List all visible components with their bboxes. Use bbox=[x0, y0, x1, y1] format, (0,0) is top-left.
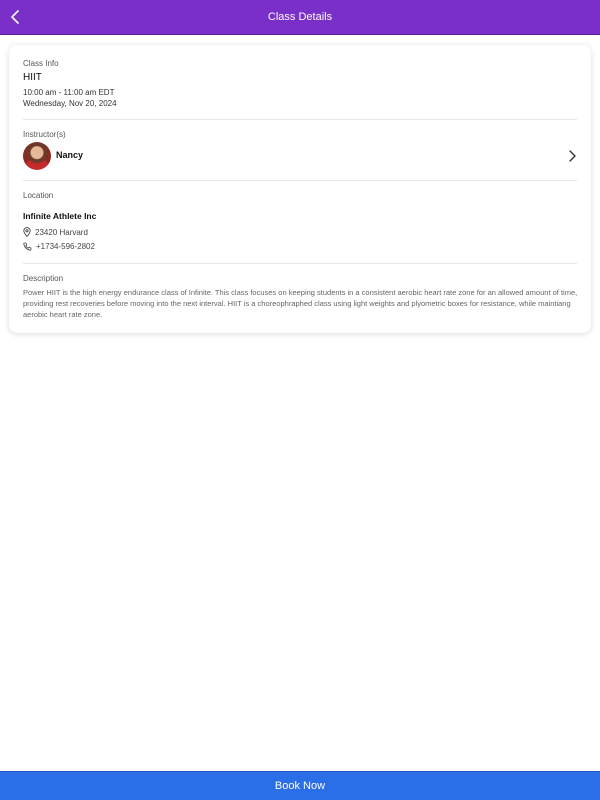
top-app-bar: Class Details bbox=[0, 0, 600, 35]
phone-icon bbox=[23, 242, 32, 251]
book-now-button[interactable]: Book Now bbox=[0, 771, 600, 800]
class-name: HIIT bbox=[23, 72, 42, 83]
description-text: Power HIIT is the high energy endurance … bbox=[23, 288, 578, 319]
instructor-name: Nancy bbox=[56, 150, 84, 160]
page-title: Class Details bbox=[267, 11, 333, 23]
class-time: 10:00 am - 11:00 am EDT bbox=[23, 88, 115, 97]
location-name: Infinite Athlete Inc bbox=[23, 211, 97, 221]
location-label: Location bbox=[23, 191, 54, 200]
avatar bbox=[23, 142, 51, 170]
instructors-label: Instructor(s) bbox=[23, 130, 66, 139]
description-label: Description bbox=[23, 274, 64, 283]
location-phone[interactable]: +1734-596-2802 bbox=[23, 242, 95, 251]
chevron-right-icon bbox=[569, 150, 576, 162]
map-pin-icon bbox=[23, 227, 31, 237]
location-address: 23420 Harvard bbox=[23, 227, 88, 237]
class-info-label: Class Info bbox=[23, 59, 59, 68]
divider bbox=[23, 180, 577, 181]
divider bbox=[23, 263, 577, 264]
divider bbox=[23, 119, 577, 120]
instructor-row[interactable]: Nancy bbox=[23, 142, 579, 172]
phone-text: +1734-596-2802 bbox=[36, 242, 95, 251]
address-text: 23420 Harvard bbox=[35, 227, 88, 237]
class-date: Wednesday, Nov 20, 2024 bbox=[23, 99, 117, 108]
class-details-card: Class Info HIIT 10:00 am - 11:00 am EDT … bbox=[9, 45, 591, 333]
